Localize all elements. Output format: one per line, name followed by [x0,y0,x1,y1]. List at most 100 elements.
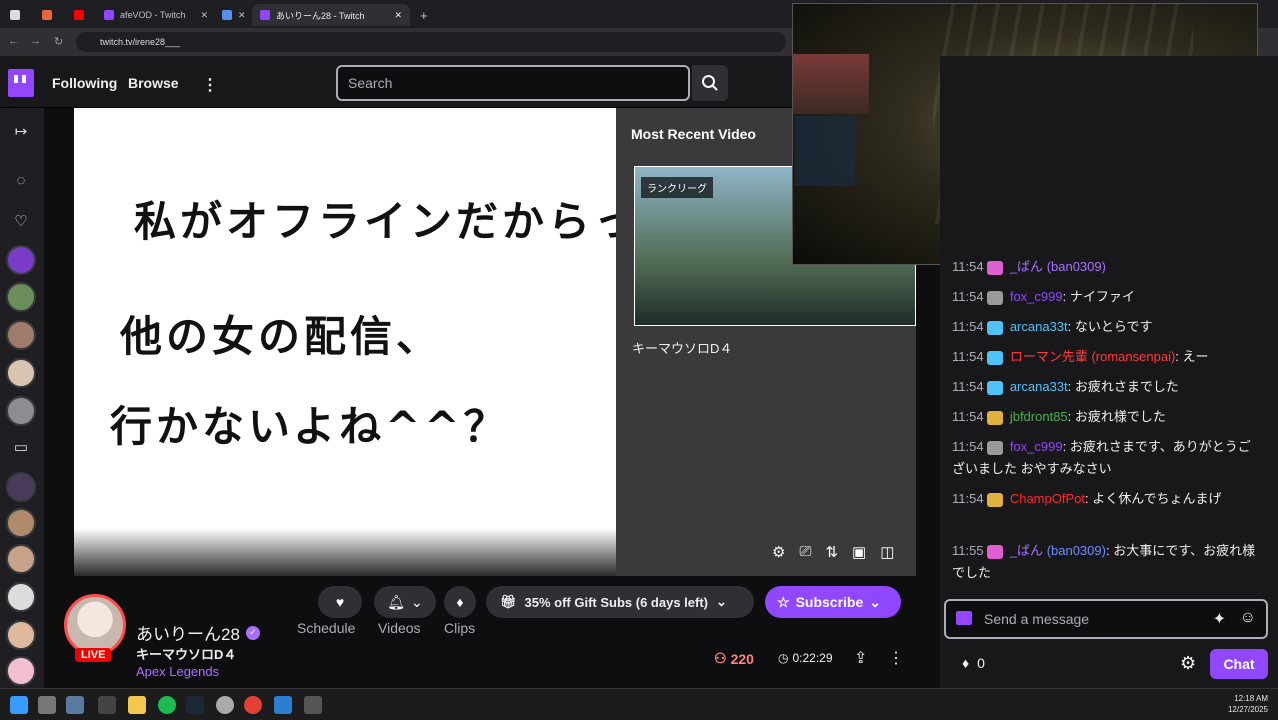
chat-input[interactable]: Send a message ✦ ☺ [944,599,1268,639]
heart-icon[interactable]: ♡ [10,212,32,230]
subscribe-label: Subscribe [795,594,864,610]
channel-avatar[interactable] [6,282,36,312]
chat-message: 11:54 _ばん (ban0309) [952,256,1262,278]
chat-username[interactable]: _ばん [1010,543,1043,558]
expand-rail-icon[interactable]: ↦ [10,122,32,140]
forward-icon[interactable]: → [30,35,41,47]
badge-icon [987,380,1004,395]
heart-icon: ♥ [335,594,345,610]
reload-icon[interactable]: ↻ [54,35,63,48]
steam-icon[interactable] [186,696,204,714]
app-icon[interactable] [66,696,84,714]
channel-avatar[interactable] [6,620,36,650]
more-vertical-icon[interactable]: ⋮ [202,75,218,95]
close-icon[interactable]: ✕ [394,10,402,21]
chrome-icon[interactable] [244,696,262,714]
chat-username[interactable]: fox_c999 [1010,289,1063,304]
theatre-mode-icon[interactable]: ◫ [880,543,894,565]
badge-icon [987,440,1004,455]
notifications-button[interactable]: 🔔︎ ⌄ [374,586,436,618]
spotify-icon[interactable] [158,696,176,714]
channel-avatar[interactable] [6,544,36,574]
badge-icon [987,260,1004,275]
browser-tab-afevod[interactable]: afeVOD - Twitch ✕ [96,4,216,26]
app-icon[interactable] [304,696,322,714]
channel-avatar[interactable] [6,245,36,275]
stream-uptime: ◷ 0:22:29 [778,651,833,665]
settings-icon[interactable]: ⚙ [1180,653,1196,674]
channel-name[interactable]: あいりーん28 ✓ [136,620,260,645]
browser-tab[interactable] [66,4,92,26]
nav-browse[interactable]: Browse [128,75,179,91]
chat-text: : よく休んでちょんまげ [1084,491,1222,506]
nav-following[interactable]: Following [52,75,117,91]
bits-icon[interactable]: ✦ [1213,609,1226,629]
message-time: 11:54 [952,491,984,506]
close-icon[interactable]: ✕ [238,10,246,21]
points-button[interactable]: ♦ [444,586,476,618]
chat-identity-icon[interactable] [956,611,972,625]
chat-username[interactable]: ChampOfPot [1010,491,1085,506]
chat-username[interactable]: arcana33t [1010,319,1068,334]
send-chat-button[interactable]: Chat [1210,649,1268,679]
subscribe-button[interactable]: ☆ Subscribe ⌄ [765,586,901,618]
channel-name-text: あいりーん28 [136,625,240,644]
app-icon[interactable] [98,696,116,714]
twitch-logo-icon[interactable] [8,69,34,97]
channel-avatar[interactable] [6,582,36,612]
app-icon[interactable] [38,696,56,714]
channel-avatar-large[interactable] [64,594,126,656]
channel-avatar[interactable] [6,396,36,426]
chat-username[interactable]: arcana33t [1010,379,1068,394]
chat-username[interactable]: jbfdront85 [1010,409,1068,424]
follow-heart-button[interactable]: ♥ [318,586,362,618]
channel-avatar[interactable] [6,358,36,388]
url-field[interactable]: twitch.tv/irene28___ [76,32,786,52]
emote-icon[interactable]: ☺ [1240,609,1256,627]
start-icon[interactable] [10,696,28,714]
video-player[interactable]: 私がオフラインだからっ 他の女の配信、 行かないよね^^？ [74,108,616,576]
folder-icon[interactable] [128,696,146,714]
clip-icon[interactable]: ⇅ [825,543,838,565]
channel-points[interactable]: ♦ 0 [962,655,985,671]
star-icon: ☆ [777,593,790,610]
twitch-icon [260,10,270,20]
gift-subs-button[interactable]: 🎁︎ 35% off Gift Subs (6 days left) ⌄ [486,586,754,618]
close-icon[interactable]: ✕ [200,10,208,21]
channel-avatar[interactable] [6,320,36,350]
chat-username[interactable]: ローマン先輩 [1010,349,1088,364]
mini-player-icon[interactable]: ▣ [852,543,866,565]
tab-videos[interactable]: Videos [378,620,421,636]
search-input[interactable]: Search [336,65,690,101]
channel-avatar[interactable] [6,656,36,686]
app-icon[interactable] [274,696,292,714]
new-tab-button[interactable]: + [412,4,436,26]
recent-video-name[interactable]: キーマウソロD４ [632,338,732,357]
browser-tab[interactable]: ✕ [214,4,254,26]
browser-tab[interactable] [2,4,28,26]
settings-icon[interactable]: ⚙ [772,543,785,565]
live-badge: LIVE [75,648,112,662]
chat-text: : ないとらです [1067,319,1153,334]
stream-title: キーマウソロD４ [136,647,237,662]
more-vertical-icon[interactable]: ⋮ [888,648,904,668]
back-icon[interactable]: ← [8,35,19,47]
system-clock[interactable]: 12:18 AM 12/27/2025 [1228,693,1268,715]
browser-tab-active[interactable]: あいりーん28 - Twitch ✕ [252,4,410,26]
tab-clips[interactable]: Clips [444,620,475,636]
channel-avatar[interactable] [6,472,36,502]
app-icon[interactable] [216,696,234,714]
channel-avatar[interactable] [6,508,36,538]
share-icon[interactable]: ⇪ [854,648,867,668]
recommended-icon[interactable]: ◌ [10,172,32,189]
cast-icon[interactable]: ⎚ [799,543,811,565]
chat-username[interactable]: fox_c999 [1010,439,1063,454]
twitch-icon [104,10,114,20]
game-hud [795,116,855,186]
search-button[interactable] [692,65,728,101]
chat-username[interactable]: _ばん [1010,259,1043,274]
tab-schedule[interactable]: Schedule [297,620,355,636]
game-link[interactable]: Apex Legends [136,664,219,679]
browser-tab[interactable] [34,4,60,26]
youtube-icon [74,10,84,20]
